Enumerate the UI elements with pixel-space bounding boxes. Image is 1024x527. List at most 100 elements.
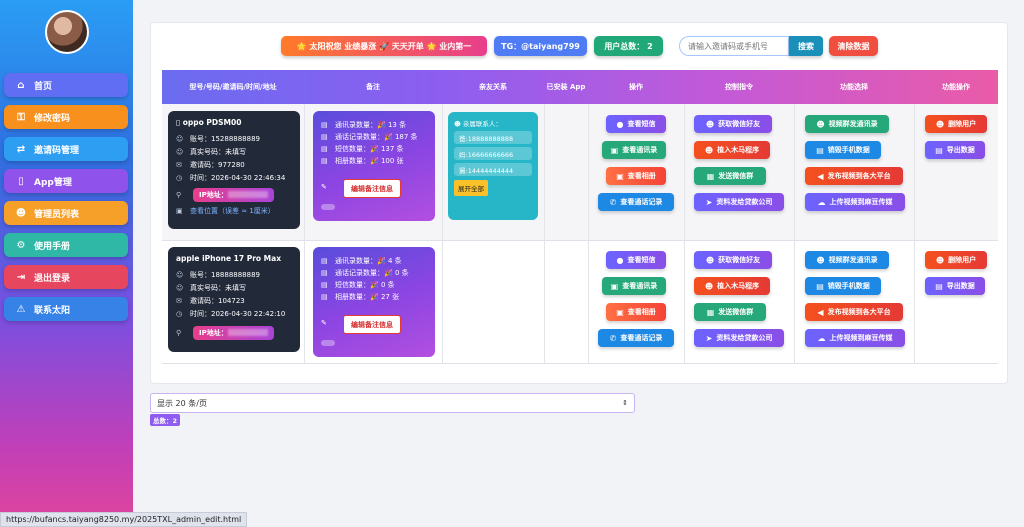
delete-user-button[interactable]: ☻ 删除用户 [925, 115, 987, 133]
sidebar-item-invite-codes[interactable]: ⇄ 邀请码管理 [4, 137, 128, 161]
device-model: apple iPhone 17 Pro Max [176, 254, 292, 263]
ip-label: IP地址： [199, 328, 228, 337]
page-size-select[interactable]: 显示 20 条/页 ⇕ [150, 393, 635, 413]
view-call-log-button[interactable]: ✆ 查看通话记录 [598, 329, 674, 347]
delete-user-button[interactable]: ☻ 删除用户 [925, 251, 987, 269]
get-wechat-friends-button[interactable]: ☻ 获取微信好友 [694, 251, 772, 269]
wipe-phone-data-button[interactable]: ▤ 销毁手机数据 [805, 277, 881, 295]
wipe-phone-data-button[interactable]: ▤ 销毁手机数据 [805, 141, 881, 159]
export-data-button[interactable]: ▤ 导出数据 [925, 141, 985, 159]
upload-video-button[interactable]: ☁ 上传视频到麻豆传媒 [805, 329, 905, 347]
header-operation: 操作 [629, 82, 643, 91]
location-icon: ▣ [176, 206, 183, 215]
users-icon: ☻ [816, 255, 825, 265]
sidebar-item-contact[interactable]: ⚠ 联系太阳 [4, 297, 128, 321]
sidebar-item-home[interactable]: ⌂ 首页 [4, 73, 128, 97]
view-location-link[interactable]: 查看位置（误差 ≈ 1厘米） [190, 206, 275, 216]
mobile-icon: ▯ [176, 118, 183, 127]
note-card: ▤ 通讯录数量：🎉 13 条 ▤ 通话记录数量：🎉 187 条 ▤ 短信数量：🎉 13… [313, 111, 435, 221]
sidebar: ⌂ 首页 ⚿ 修改密码 ⇄ 邀请码管理 ▯ App管理 ☻ 管理员列表 ⚙ 使用手册 ⇥ 退出… [0, 0, 133, 527]
header-device: 型号/号码/邀请码/时间/地址 [189, 82, 277, 91]
pencil-icon: ✎ [321, 183, 327, 191]
column-divider [684, 104, 685, 364]
button-label: 发送微信群 [718, 308, 754, 316]
send-to-loan-company-button[interactable]: ➤ 资料发给贷款公司 [694, 193, 784, 211]
upload-video-button[interactable]: ☁ 上传视频到麻豆传媒 [805, 193, 905, 211]
send-wechat-group-button[interactable]: ▦ 发送微信群 [694, 167, 766, 185]
send-icon: ➤ [705, 333, 713, 343]
button-label: 视频群发通讯录 [828, 120, 878, 128]
key-icon: ⚿ [17, 111, 25, 123]
contact-item: 舅:14444444444 [454, 163, 532, 176]
implant-trojan-button[interactable]: ☻ 植入木马程序 [694, 277, 770, 295]
sidebar-item-manual[interactable]: ⚙ 使用手册 [4, 233, 128, 257]
image-icon: ▤ [321, 293, 328, 301]
expand-all-button[interactable]: 展开全部 [454, 180, 488, 196]
telegram-badge[interactable]: TG：@taiyang799 [494, 36, 587, 56]
logout-icon: ⇥ [16, 271, 26, 283]
note-calls-count: 通话记录数量：🎉 187 条 [335, 133, 418, 141]
device-realname: 真实号码：未填写 [190, 147, 246, 156]
contacts-card: ☻ 亲属联系人： 爸:18888888888 妈:16666666666 舅:1… [448, 112, 538, 220]
button-label: 导出数据 [946, 282, 975, 290]
view-album-button[interactable]: ▣ 查看相册 [606, 303, 666, 321]
view-contacts-button[interactable]: ▣ 查看通讯录 [602, 141, 666, 159]
user-icon: ☺ [176, 270, 184, 279]
device-model: ▯ oppo PDSM00 [176, 118, 292, 127]
get-wechat-friends-button[interactable]: ☻ 获取微信好友 [694, 115, 772, 133]
button-label: 导出数据 [946, 146, 975, 154]
video-broadcast-button[interactable]: ☻ 视频群发通讯录 [805, 115, 889, 133]
user-plus-icon: ☻ [704, 145, 714, 155]
view-contacts-button[interactable]: ▣ 查看通讯录 [602, 277, 666, 295]
users-icon: ☻ [705, 119, 715, 129]
clock-icon: ◷ [176, 309, 183, 318]
button-label: 植入木马程序 [717, 146, 760, 154]
user-remove-icon: ☻ [935, 255, 945, 265]
view-sms-button[interactable]: ● 查看短信 [606, 115, 666, 133]
search-input[interactable] [679, 36, 789, 56]
button-label: 植入木马程序 [717, 282, 760, 290]
view-call-log-button[interactable]: ✆ 查看通话记录 [598, 193, 674, 211]
location-icon: ⚲ [176, 328, 182, 337]
header-control: 控制指令 [725, 82, 753, 91]
megaphone-icon: ◀ [817, 307, 824, 317]
send-to-loan-company-button[interactable]: ➤ 资料发给贷款公司 [694, 329, 784, 347]
clear-data-label: 清除数据 [837, 41, 870, 51]
sidebar-item-label: 管理员列表 [34, 209, 80, 220]
avatar[interactable] [45, 10, 89, 54]
export-data-button[interactable]: ▤ 导出数据 [925, 277, 985, 295]
device-model-text: apple iPhone 17 Pro Max [176, 254, 282, 263]
toggle-switch[interactable] [321, 340, 335, 346]
contacts-title-text: 亲属联系人： [462, 120, 502, 128]
message-icon: ▤ [321, 281, 328, 289]
total-count-badge: 总数：2 [150, 414, 181, 426]
publish-video-button[interactable]: ◀ 发布视频到各大平台 [805, 167, 903, 185]
toggle-switch[interactable] [321, 204, 335, 210]
sidebar-item-change-password[interactable]: ⚿ 修改密码 [4, 105, 128, 129]
note-contacts-count: 通讯录数量：🎉 13 条 [335, 121, 407, 129]
publish-video-button[interactable]: ◀ 发布视频到各大平台 [805, 303, 903, 321]
video-broadcast-button[interactable]: ☻ 视频群发通讯录 [805, 251, 889, 269]
users-icon: ☻ [705, 255, 715, 265]
edit-note-button[interactable]: 编辑备注信息 [343, 179, 401, 198]
search-button[interactable]: 搜索 [789, 36, 823, 56]
sidebar-item-logout[interactable]: ⇥ 退出登录 [4, 265, 128, 289]
search-button-label: 搜索 [798, 41, 814, 51]
clear-data-button[interactable]: 清除数据 [829, 36, 878, 56]
sidebar-item-admin-list[interactable]: ☻ 管理员列表 [4, 201, 128, 225]
button-label: 发布视频到各大平台 [827, 308, 891, 316]
button-label: 查看短信 [627, 120, 656, 128]
ip-blurred-value [227, 191, 268, 198]
view-album-button[interactable]: ▣ 查看相册 [606, 167, 666, 185]
implant-trojan-button[interactable]: ☻ 植入木马程序 [694, 141, 770, 159]
edit-note-button[interactable]: 编辑备注信息 [343, 315, 401, 334]
button-label: 资料发给贷款公司 [716, 198, 773, 206]
sidebar-item-app-management[interactable]: ▯ App管理 [4, 169, 128, 193]
id-icon: ☺ [176, 147, 184, 156]
button-label: 查看相册 [627, 172, 656, 180]
trash-icon: ▤ [816, 281, 824, 291]
send-wechat-group-button[interactable]: ▦ 发送微信群 [694, 303, 766, 321]
chat-icon: ● [616, 255, 624, 265]
page-size-value: 显示 20 条/页 [157, 398, 207, 408]
view-sms-button[interactable]: ● 查看短信 [606, 251, 666, 269]
